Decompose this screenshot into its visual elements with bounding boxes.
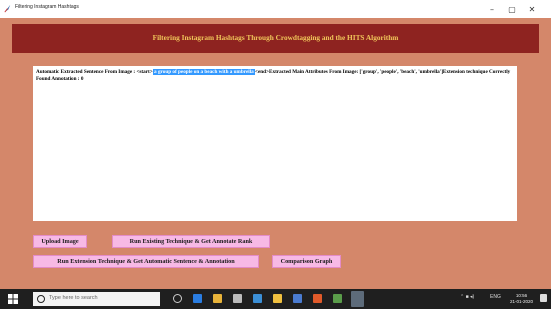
window-title: Filtering Instagram Hashtags: [15, 4, 79, 10]
feather-icon: [4, 4, 11, 13]
close-button[interactable]: ✕: [523, 2, 541, 16]
tray-icons[interactable]: ⌃ ■ ◂): [460, 294, 474, 300]
window-titlebar: Filtering Instagram Hashtags – ▢ ✕: [0, 0, 551, 18]
comparison-graph-button[interactable]: Comparison Graph: [272, 255, 341, 268]
output-text-area[interactable]: Automatic Extracted Sentence From Image …: [33, 66, 517, 221]
cortana-icon: [37, 295, 45, 303]
taskbar: Type here to search ⌃ ■ ◂) ENG 10:56 21-…: [0, 289, 551, 309]
store-icon[interactable]: [233, 294, 242, 303]
folder-icon[interactable]: [273, 294, 282, 303]
maximize-button[interactable]: ▢: [503, 2, 521, 16]
notification-icon[interactable]: [540, 294, 547, 302]
app-header: Filtering Instagram Hashtags Through Cro…: [12, 24, 539, 53]
run-extension-technique-button[interactable]: Run Extension Technique & Get Automatic …: [33, 255, 259, 268]
windows-start-icon[interactable]: [8, 294, 18, 304]
task-view-icon[interactable]: [173, 294, 182, 303]
clock[interactable]: 10:56 21-01-2020: [510, 293, 533, 304]
run-existing-technique-button[interactable]: Run Existing Technique & Get Annotate Ra…: [112, 235, 270, 248]
language-indicator[interactable]: ENG: [490, 294, 501, 300]
page-title: Filtering Instagram Hashtags Through Cro…: [152, 33, 399, 42]
chrome-icon[interactable]: [313, 294, 322, 303]
minimize-button[interactable]: –: [483, 2, 501, 16]
output-text: Automatic Extracted Sentence From Image …: [36, 69, 514, 83]
word-icon[interactable]: [293, 294, 302, 303]
taskbar-search-input[interactable]: Type here to search: [33, 292, 160, 306]
search-placeholder: Type here to search: [49, 295, 98, 301]
file-explorer-icon[interactable]: [213, 294, 222, 303]
clock-date: 21-01-2020: [510, 298, 534, 304]
edge-icon[interactable]: [193, 294, 202, 303]
upload-image-button[interactable]: Upload Image: [33, 235, 87, 248]
selected-sentence: a group of people on a beach with a umbr…: [152, 69, 256, 75]
output-prefix: Automatic Extracted Sentence From Image …: [36, 69, 153, 75]
app-icon[interactable]: [333, 294, 342, 303]
python-app-icon[interactable]: [351, 291, 364, 307]
mail-icon[interactable]: [253, 294, 262, 303]
